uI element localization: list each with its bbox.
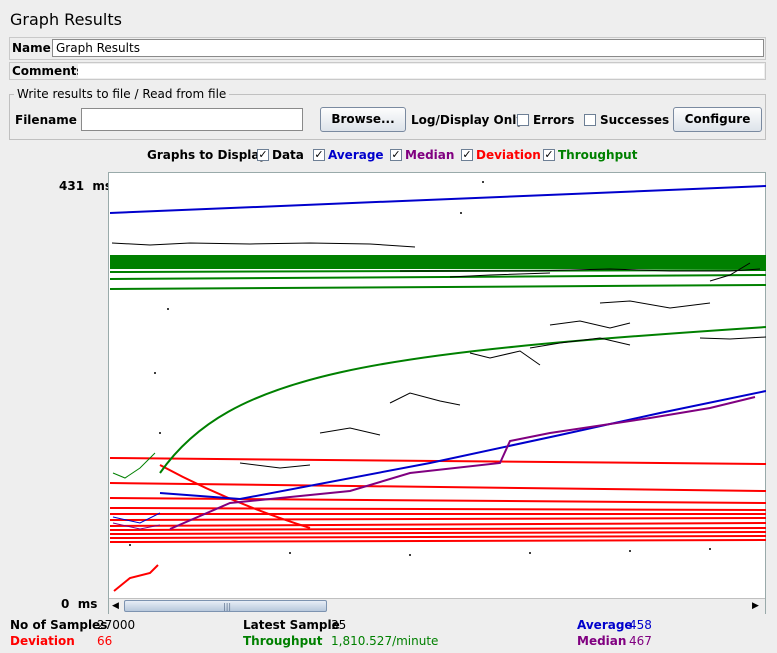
graphs-to-display-label: Graphs to Display — [147, 148, 267, 162]
scroll-left-icon[interactable]: ◀ — [112, 601, 119, 611]
average-value: 458 — [629, 618, 652, 632]
data-option-label: Data — [272, 148, 304, 162]
latest-sample-value: 35 — [331, 618, 347, 632]
log-display-label: Log/Display Only: — [411, 113, 529, 127]
throughput-label: Throughput — [243, 634, 323, 648]
name-label: Name: — [12, 41, 56, 55]
median-option-label: Median — [405, 148, 455, 162]
deviation-value: 66 — [97, 634, 113, 648]
average-label: Average — [577, 618, 633, 632]
comments-label: Comments: — [12, 64, 89, 78]
deviation-option-label: Deviation — [476, 148, 541, 162]
deviation-label: Deviation — [10, 634, 75, 648]
successes-label: Successes — [600, 113, 670, 127]
throughput-lines — [110, 255, 766, 479]
samples-label: No of Samples — [10, 618, 108, 632]
errors-label: Errors — [533, 113, 575, 127]
successes-checkbox[interactable] — [584, 114, 596, 126]
graph-area — [108, 172, 766, 614]
y-min-label: 0 ms — [61, 597, 98, 611]
throughput-value: 1,810.527/minute — [331, 634, 439, 648]
average-option-label: Average — [328, 148, 384, 162]
errors-checkbox[interactable] — [517, 114, 529, 126]
filename-input[interactable] — [81, 108, 303, 131]
latest-sample-label: Latest Sample — [243, 618, 340, 632]
grip-icon: ||| — [223, 602, 232, 611]
data-checkbox[interactable]: ✓ — [257, 149, 269, 161]
average-line — [110, 185, 766, 524]
name-input[interactable]: Graph Results — [52, 39, 764, 57]
comments-input[interactable] — [78, 64, 764, 78]
scroll-right-icon[interactable]: ▶ — [752, 601, 759, 611]
samples-value: 27000 — [97, 618, 136, 632]
throughput-checkbox[interactable]: ✓ — [543, 149, 555, 161]
y-max-label: 431 ms — [59, 179, 113, 193]
median-checkbox[interactable]: ✓ — [390, 149, 402, 161]
deviation-checkbox[interactable]: ✓ — [461, 149, 473, 161]
median-value: 467 — [629, 634, 652, 648]
deviation-lines — [110, 457, 766, 592]
browse-button[interactable]: Browse... — [320, 107, 406, 132]
file-section-legend: Write results to file / Read from file — [14, 87, 230, 101]
window-title: Graph Results — [10, 10, 122, 29]
filename-label: Filename — [15, 113, 77, 127]
configure-button[interactable]: Configure — [673, 107, 762, 132]
median-label: Median — [577, 634, 627, 648]
graph-plot — [110, 181, 766, 592]
throughput-option-label: Throughput — [558, 148, 638, 162]
average-checkbox[interactable]: ✓ — [313, 149, 325, 161]
